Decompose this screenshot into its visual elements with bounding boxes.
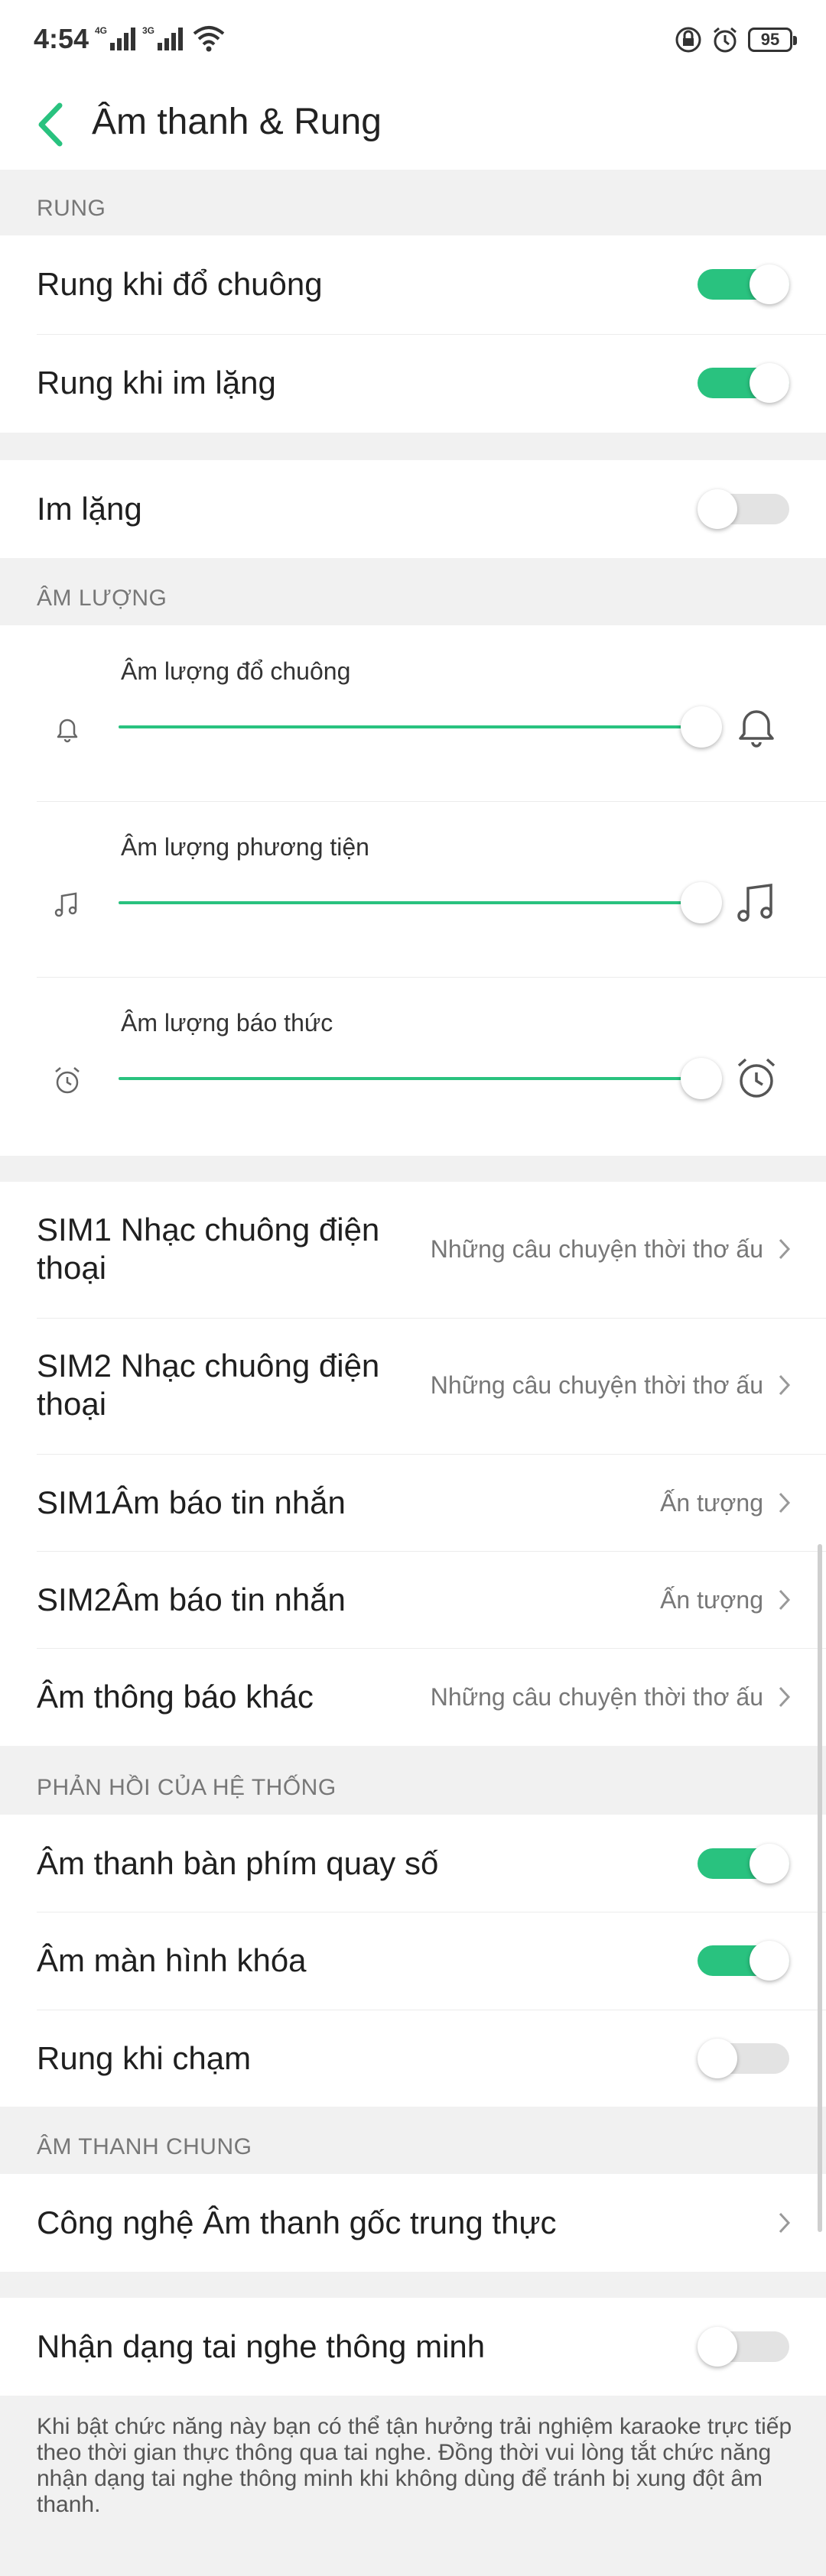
other-notification-value: Những câu chuyện thời thơ ấu (430, 1683, 763, 1711)
lock-screen-sound-row[interactable]: Âm màn hình khóa (0, 1912, 826, 2010)
other-notification-label: Âm thông báo khác (37, 1679, 314, 1715)
sim2-message-value: Ấn tượng (660, 1586, 763, 1614)
silent-row[interactable]: Im lặng (0, 460, 826, 558)
other-notification-row[interactable]: Âm thông báo khác Những câu chuyện thời … (0, 1648, 826, 1746)
divider (37, 977, 826, 978)
bell-small-icon (57, 719, 78, 743)
battery-indicator: 95 (748, 28, 797, 52)
page-title: Âm thanh & Rung (92, 102, 382, 142)
chevron-right-icon (779, 1238, 791, 1260)
touch-vibrate-switch[interactable] (698, 2039, 789, 2078)
alarm-status-icon (714, 27, 737, 53)
sim2-message-row[interactable]: SIM2Âm báo tin nhắn Ấn tượng (0, 1551, 826, 1648)
sim1-ringtone-label: SIM1 Nhạc chuông điện thoại (37, 1212, 380, 1286)
chevron-right-icon (779, 1686, 791, 1708)
silent-label: Im lặng (37, 491, 142, 527)
alarm-clock-large-icon (737, 1058, 776, 1098)
wifi-icon (193, 26, 225, 52)
hifi-audio-row[interactable]: Công nghệ Âm thanh gốc trung thực (0, 2174, 826, 2272)
status-bar: 4:54 4G 3G 95 (0, 0, 826, 84)
music-note-small-icon (54, 892, 77, 917)
status-right: 95 (675, 24, 797, 55)
vibrate-ring-switch[interactable] (698, 264, 789, 304)
headset-detect-switch[interactable] (698, 2327, 789, 2367)
signal2-label: 3G (142, 25, 154, 36)
scrollbar[interactable] (818, 1544, 822, 2232)
sim1-message-label: SIM1Âm báo tin nhắn (37, 1484, 346, 1520)
status-time: 4:54 (34, 23, 89, 54)
slider-thumb[interactable] (681, 1058, 722, 1099)
touch-vibrate-row[interactable]: Rung khi chạm (0, 2010, 826, 2107)
back-arrow-icon[interactable] (29, 98, 75, 151)
vibrate-ring-row[interactable]: Rung khi đổ chuông (0, 235, 826, 334)
volume-group: Âm lượng đổ chuông Âm lượng phương tiện … (0, 625, 826, 1156)
vibrate-silent-row[interactable]: Rung khi im lặng (0, 334, 826, 433)
headset-group: Nhận dạng tai nghe thông minh (0, 2298, 826, 2396)
chevron-right-icon (779, 1374, 791, 1396)
music-note-large-icon (737, 884, 772, 922)
sim2-ringtone-row[interactable]: SIM2 Nhạc chuông điện thoại Những câu ch… (0, 1318, 826, 1454)
headset-detect-row[interactable]: Nhận dạng tai nghe thông minh (0, 2298, 826, 2396)
section-title-general: ÂM THANH CHUNG (37, 2134, 252, 2159)
chevron-right-icon (779, 1492, 791, 1513)
headset-detect-label: Nhận dạng tai nghe thông minh (37, 2328, 486, 2364)
feedback-group: Âm thanh bàn phím quay số Âm màn hình kh… (0, 1815, 826, 2107)
slider-thumb[interactable] (681, 882, 722, 923)
sim2-ringtone-value: Những câu chuyện thời thơ ấu (430, 1371, 763, 1399)
section-title-vibrate: RUNG (37, 196, 106, 221)
headset-description: Khi bật chức năng này bạn có thể tận hưở… (37, 2414, 792, 2517)
signal-3g-icon: 3G (142, 25, 183, 50)
chevron-right-icon (779, 1589, 791, 1611)
lock-screen-sound-switch[interactable] (698, 1941, 789, 1981)
vibrate-group: Rung khi đổ chuông Rung khi im lặng (0, 235, 826, 433)
signal-4g-icon: 4G (95, 25, 135, 50)
media-volume-slider[interactable] (119, 882, 722, 923)
alarm-volume-label: Âm lượng báo thức (121, 1009, 333, 1037)
slider-thumb[interactable] (681, 706, 722, 748)
vibrate-silent-switch[interactable] (698, 363, 789, 403)
vibrate-ring-label: Rung khi đổ chuông (37, 266, 323, 302)
section-header-feedback: PHẢN HỒI CỦA HỆ THỐNG (0, 1746, 826, 1815)
general-group: Công nghệ Âm thanh gốc trung thực (0, 2174, 826, 2272)
alarm-clock-small-icon (55, 1067, 80, 1094)
chevron-right-icon (779, 2212, 791, 2234)
divider (37, 801, 826, 802)
section-header-general: ÂM THANH CHUNG (0, 2107, 826, 2174)
rotation-lock-icon (675, 27, 701, 53)
vibrate-silent-label: Rung khi im lặng (37, 365, 276, 401)
dialpad-tone-label: Âm thanh bàn phím quay số (37, 1845, 439, 1881)
sim2-message-label: SIM2Âm báo tin nhắn (37, 1582, 346, 1617)
ringtone-volume-slider[interactable] (119, 706, 722, 748)
sim2-ringtone-label: SIM2 Nhạc chuông điện thoại (37, 1348, 380, 1422)
dialpad-tone-row[interactable]: Âm thanh bàn phím quay số (0, 1815, 826, 1912)
dialpad-tone-switch[interactable] (698, 1844, 789, 1883)
media-volume-label: Âm lượng phương tiện (121, 833, 369, 861)
signal1-label: 4G (95, 25, 107, 36)
sim1-ringtone-value: Những câu chuyện thời thơ ấu (430, 1235, 763, 1263)
silent-group: Im lặng (0, 460, 826, 558)
sim1-message-row[interactable]: SIM1Âm báo tin nhắn Ấn tượng (0, 1454, 826, 1551)
lock-screen-sound-label: Âm màn hình khóa (37, 1942, 307, 1978)
hifi-audio-label: Công nghệ Âm thanh gốc trung thực (37, 2205, 557, 2240)
app-bar: Âm thanh & Rung (0, 84, 826, 170)
section-title-feedback: PHẢN HỒI CỦA HỆ THỐNG (37, 1775, 337, 1800)
section-title-volume: ÂM LƯỢNG (37, 586, 167, 611)
ringtone-volume-label: Âm lượng đổ chuông (121, 657, 351, 685)
sim1-message-value: Ấn tượng (660, 1489, 763, 1517)
section-header-vibrate: RUNG (0, 170, 826, 235)
bell-large-icon (739, 710, 774, 748)
sim1-ringtone-row[interactable]: SIM1 Nhạc chuông điện thoại Những câu ch… (0, 1182, 826, 1318)
section-header-volume: ÂM LƯỢNG (0, 558, 826, 625)
alarm-volume-slider[interactable] (119, 1058, 722, 1099)
silent-switch[interactable] (698, 489, 789, 529)
touch-vibrate-label: Rung khi chạm (37, 2040, 252, 2076)
tones-group: SIM1 Nhạc chuông điện thoại Những câu ch… (0, 1182, 826, 1746)
